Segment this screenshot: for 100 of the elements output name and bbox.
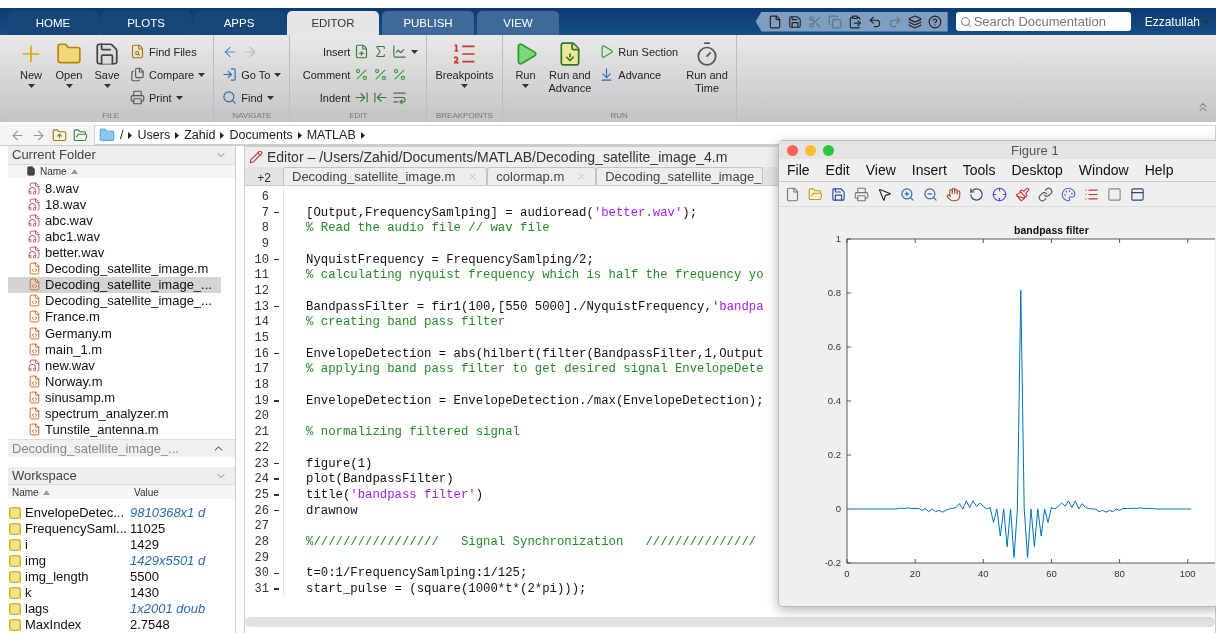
folder-entry[interactable]: abc.wav [8,212,221,229]
x-tick-label: 40 [978,568,989,579]
ribbon-button[interactable]: Run Section [599,44,679,59]
ribbon-button[interactable]: Find [222,90,274,105]
variable-row[interactable]: FrequencySaml... 11025 [8,521,235,537]
code-line: start_pulse = (square(1000*t*(2*pi))); [306,582,587,597]
line-number: 6 [260,189,269,204]
ribbon-tab[interactable]: PUBLISH [382,11,474,35]
file-tab[interactable]: Decoding_satellite_image.m [283,167,488,185]
pan-hand-icon[interactable] [946,186,961,202]
printer-icon[interactable] [854,186,869,202]
folder-entry[interactable]: Decoding_satellite_image_... [8,276,221,293]
tab-overflow-button[interactable]: +2 [245,171,283,185]
file-tab[interactable]: colormap.m [487,167,597,185]
variable-row[interactable]: lags 1x2001 doub [8,601,235,617]
folder-entry[interactable]: better.wav [8,244,221,261]
path-segment[interactable]: MATLAB [306,128,356,142]
variable-row[interactable]: img_length 5500 [8,569,235,585]
ribbon-button[interactable]: Run [510,41,541,110]
percent-icon[interactable] [354,67,370,82]
ribbon-button[interactable]: Save [92,41,122,110]
path-segment[interactable]: Users [137,128,171,142]
new-figure-icon[interactable] [785,186,800,202]
open-icon[interactable] [808,186,823,202]
wrap-icon[interactable] [392,90,408,105]
zoom-out-icon[interactable] [923,186,938,202]
new-shortcut-icon[interactable] [767,14,782,29]
panel-title: Workspace [12,468,77,484]
path-segment[interactable]: Documents [229,128,293,142]
paste-icon[interactable] [847,14,862,29]
ribbon-button[interactable]: Open [54,41,84,110]
ribbon-tab[interactable]: APPS [194,11,284,35]
user-menu[interactable]: Ezzatullah [1144,14,1210,29]
ribbon-button[interactable]: Breakpoints [435,41,494,110]
x-tick-label: 100 [1179,568,1196,579]
ribbon-tab[interactable]: VIEW [477,11,559,35]
brush-icon[interactable] [1015,186,1030,202]
path-segment[interactable]: / [120,128,124,142]
save-icon[interactable] [787,14,802,29]
folder-entry[interactable]: Tunstile_antenna.m [8,421,221,438]
ribbon-tab[interactable]: HOME [8,11,98,35]
folder-entry[interactable]: abc1.wav [8,228,221,245]
variable-value: 5500 [130,569,160,585]
ribbon-button[interactable]: Advance [599,67,662,82]
ribbon-tab[interactable]: EDITOR [287,11,379,35]
line-number: 30 [253,566,269,581]
folder-entry[interactable]: spectrum_analyzer.m [8,405,221,422]
variable-name: lags [25,601,49,617]
square-icon[interactable] [1107,186,1122,202]
ribbon-button[interactable]: Run and Advance [548,41,592,110]
folder-entry[interactable]: Decoding_satellite_image.m [8,260,221,277]
save-icon[interactable] [831,186,846,202]
column-header[interactable]: Name Value [8,485,235,499]
folder-entry[interactable]: new.wav [8,357,221,374]
ribbon-button[interactable]: Go To [222,67,282,82]
search-field[interactable]: Search Documentation [955,12,1131,31]
help-icon[interactable] [927,14,942,29]
code-line: plot(BandpassFilter) [306,472,454,487]
chart-icon[interactable] [392,44,408,59]
folder-entry[interactable]: main_1.m [8,341,221,358]
zoom-in-icon[interactable] [900,186,915,202]
folder-entry[interactable]: Decoding_satellite_image_... [8,292,221,309]
legend-icon[interactable] [1084,186,1099,202]
folder-entry[interactable]: 18.wav [8,196,221,213]
percent-icon[interactable] [373,67,389,82]
ribbon-button[interactable]: Compare [130,67,206,82]
undo-icon[interactable] [867,14,882,29]
caret-icon [1203,19,1210,24]
percent-icon[interactable] [392,67,408,82]
variable-row[interactable]: MaxIndex 2.7548 [8,617,235,633]
insert-icon[interactable] [354,44,370,59]
horizontal-scrollbar[interactable] [245,617,1215,627]
line-number: 13 [253,299,269,314]
path-segment[interactable]: Zahid [184,128,216,142]
rotate-icon[interactable] [969,186,984,202]
panel-icon[interactable] [1130,186,1145,202]
folder-entry[interactable]: Germany.m [8,325,221,342]
variable-row[interactable]: EnvelopeDetec... 9810368x1 d [8,505,235,521]
variable-row[interactable]: i 1429 [8,537,235,553]
outdent-icon[interactable] [373,90,389,105]
audio-file-icon [28,197,41,211]
close-light[interactable] [787,144,798,156]
pointer-icon[interactable] [877,186,892,202]
close-icon [576,171,588,182]
ribbon-tab[interactable]: PLOTS [101,11,191,35]
indent-icon[interactable] [354,90,370,105]
ribbon-button[interactable]: New [16,41,46,110]
folder-entry[interactable]: 8.wav [8,180,221,197]
address-field[interactable]: / Users Zahid Documents MATLAB [94,125,1216,145]
file-tab[interactable]: Decoding_satellite_image_ [596,167,764,185]
line-number: 14 [253,315,269,330]
ribbon-button[interactable]: Find Files [130,44,197,59]
variable-row[interactable]: img 1429x5501 d [8,553,235,569]
variable-row[interactable]: k 1430 [8,585,235,601]
ribbon-button[interactable]: Print [130,90,183,105]
ribbon-button[interactable]: Run and Time [686,41,728,110]
link-icon[interactable] [1038,186,1053,202]
folder-entry[interactable]: sinusamp.m [8,389,221,406]
folder-entry[interactable]: Norway.m [8,373,221,390]
folder-entry[interactable]: France.m [8,308,221,326]
